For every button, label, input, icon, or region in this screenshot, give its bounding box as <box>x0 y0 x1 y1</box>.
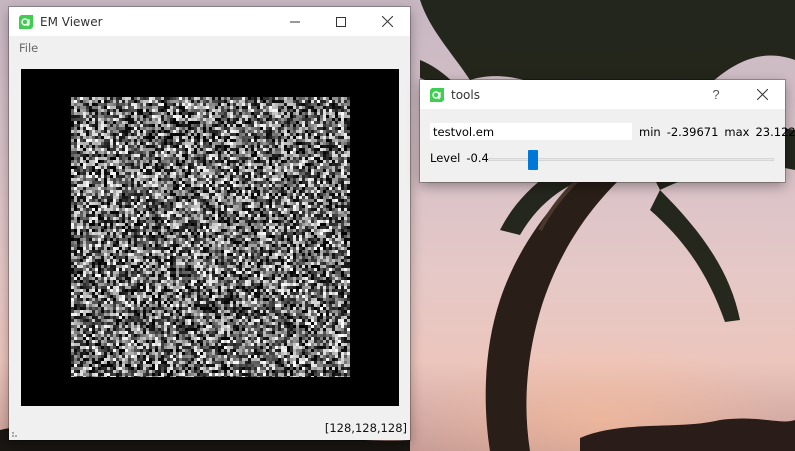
size-grip-icon[interactable] <box>11 427 21 437</box>
close-icon <box>756 89 768 100</box>
qt-logo-icon <box>19 14 33 29</box>
qt-logo-icon <box>430 87 444 102</box>
maximize-button[interactable] <box>318 7 364 36</box>
filename-field[interactable] <box>430 123 632 140</box>
maximize-icon <box>336 16 346 27</box>
min-value: -2.39671 <box>666 124 719 139</box>
status-bar: [128,128,128] <box>9 416 410 440</box>
slider-handle[interactable] <box>528 150 538 170</box>
max-label: max <box>724 124 750 139</box>
em-viewer-window: EM Viewer File [128,128,128] <box>9 7 410 440</box>
level-slider[interactable] <box>488 150 774 170</box>
max-value: 23.122 <box>755 124 795 139</box>
tools-window: tools ? min -2.39671 max 23.122 Level -0… <box>420 80 795 182</box>
volume-slice-image <box>71 97 350 377</box>
close-button[interactable] <box>739 80 785 109</box>
close-icon <box>381 16 393 27</box>
volume-info-row: min -2.39671 max 23.122 <box>430 123 795 140</box>
close-button[interactable] <box>364 7 410 36</box>
menu-file[interactable]: File <box>9 41 48 55</box>
tools-titlebar[interactable]: tools ? <box>420 80 785 109</box>
image-canvas[interactable] <box>21 69 399 406</box>
volume-dimensions: [128,128,128] <box>324 421 407 435</box>
minimize-button[interactable] <box>272 7 318 36</box>
window-title: tools <box>451 87 480 102</box>
window-title: EM Viewer <box>40 14 103 29</box>
help-button[interactable]: ? <box>693 80 739 109</box>
level-row: Level -0.4 <box>430 151 489 165</box>
em-viewer-titlebar[interactable]: EM Viewer <box>9 7 410 36</box>
help-icon: ? <box>712 87 720 102</box>
level-label: Level <box>430 151 461 165</box>
minimize-icon <box>290 21 300 22</box>
level-value: -0.4 <box>466 151 489 165</box>
menubar: File <box>9 36 410 60</box>
min-label: min <box>639 124 661 139</box>
